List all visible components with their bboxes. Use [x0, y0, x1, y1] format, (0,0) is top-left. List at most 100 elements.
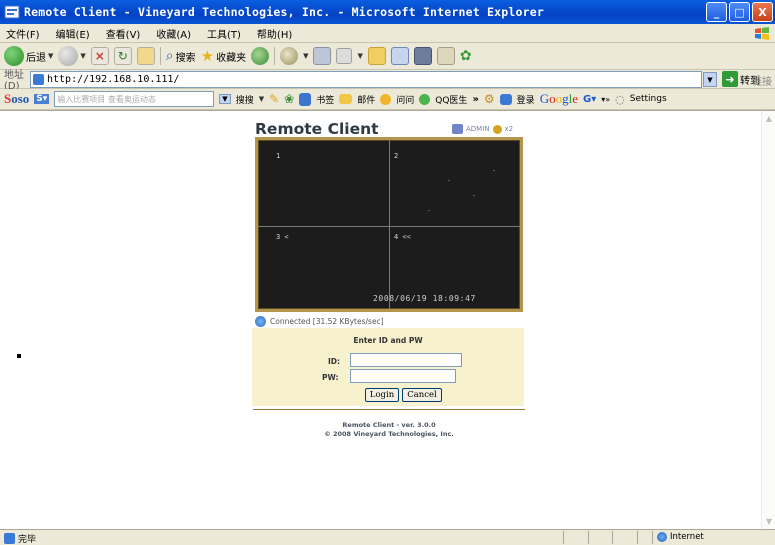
- back-button[interactable]: 后退 ▼: [4, 46, 53, 66]
- soso-dropdown-icon[interactable]: ▼: [219, 94, 231, 104]
- vertical-scrollbar[interactable]: ▲ ▼: [761, 111, 775, 530]
- key-icon[interactable]: [492, 124, 502, 134]
- close-button[interactable]: X: [752, 2, 773, 22]
- user-suffix: x2: [504, 125, 514, 133]
- bookmarks-icon: [299, 92, 312, 106]
- pw-input[interactable]: [350, 369, 456, 383]
- qq-doctor-button[interactable]: QQ医生: [435, 93, 467, 106]
- footer-divider: [253, 409, 525, 410]
- bookmark-icon[interactable]: [436, 47, 455, 65]
- home-icon[interactable]: [136, 47, 155, 65]
- forward-arrow-icon: [58, 46, 79, 66]
- soso-search-button[interactable]: 搜搜: [236, 93, 254, 106]
- ask-icon: [380, 93, 392, 105]
- search-button[interactable]: ⌕ 搜索: [166, 48, 196, 64]
- page-done-icon: [4, 533, 15, 544]
- scroll-down-icon[interactable]: ▼: [763, 516, 775, 528]
- favorites-button[interactable]: ★ 收藏夹: [201, 47, 246, 65]
- links-label[interactable]: 链接: [752, 73, 772, 88]
- soso-logo: Soso: [4, 91, 29, 107]
- folder-icon[interactable]: [367, 47, 386, 65]
- camera-label: 2: [394, 152, 399, 160]
- page-marker: [17, 354, 21, 358]
- menu-file[interactable]: 文件(F): [6, 26, 40, 41]
- login-button[interactable]: Login: [365, 388, 399, 402]
- minimize-button[interactable]: _: [706, 2, 727, 22]
- status-divider: [652, 531, 653, 544]
- version-text: Remote Client - ver. 3.0.0: [342, 421, 436, 429]
- plugin-icon[interactable]: ✿: [460, 48, 472, 64]
- settings-button[interactable]: Settings: [630, 94, 667, 104]
- google-options-icon[interactable]: ▾»: [601, 95, 610, 104]
- settings-icon: ◌: [615, 92, 625, 106]
- login-icon: [499, 93, 512, 105]
- messenger-icon[interactable]: [390, 47, 409, 65]
- address-input[interactable]: http://192.168.10.111/: [30, 71, 702, 88]
- menu-bar: 文件(F) 编辑(E) 查看(V) 收藏(A) 工具(T) 帮助(H): [0, 24, 775, 43]
- camera-label: 4 <<: [394, 233, 411, 241]
- id-input[interactable]: [350, 353, 462, 367]
- security-zone: Internet: [657, 532, 704, 542]
- chevron-down-icon[interactable]: ▼: [259, 95, 264, 103]
- soso-menu-icon[interactable]: S▾: [34, 94, 50, 104]
- back-arrow-icon: [4, 46, 24, 66]
- connection-status: Connected [31.52 KBytes/sec]: [255, 316, 384, 327]
- search-label: 搜索: [175, 52, 196, 64]
- edit-icon[interactable]: [336, 48, 353, 64]
- user-indicator: ADMIN x2: [452, 124, 513, 134]
- refresh-icon[interactable]: ↻: [113, 47, 132, 65]
- extension-icon[interactable]: ⚙: [484, 92, 495, 106]
- google-search-input[interactable]: G▾: [583, 94, 596, 105]
- menu-help[interactable]: 帮助(H): [257, 26, 292, 41]
- chevron-down-icon[interactable]: ▼: [357, 52, 362, 60]
- address-bar: 地址(D) http://192.168.10.111/ ▼ ➜ 转到 链接: [0, 70, 775, 92]
- video-viewer[interactable]: 1 2 3 < 4 << 2008/06/19 18:09:47: [255, 137, 523, 312]
- tool-icon[interactable]: ❀: [284, 92, 294, 106]
- scroll-up-icon[interactable]: ▲: [763, 113, 775, 125]
- mail-button[interactable]: 邮件: [357, 93, 375, 106]
- page-title: Remote Client: [255, 120, 379, 138]
- maximize-button[interactable]: □: [729, 2, 750, 22]
- video-noise: [473, 195, 475, 196]
- overflow-icon[interactable]: »: [472, 94, 478, 105]
- quad-divider-horizontal: [258, 226, 520, 227]
- soso-search-placeholder: 输入比赛项目 查看奥运动态: [57, 94, 156, 104]
- mail-icon[interactable]: [280, 47, 299, 65]
- research-icon[interactable]: [413, 47, 432, 65]
- cancel-button[interactable]: Cancel: [402, 388, 442, 402]
- search-toolbar: Soso S▾ 输入比赛项目 查看奥运动态 ▼ 搜搜 ▼ ✎ ❀ 书签 邮件 问…: [0, 89, 775, 110]
- print-icon[interactable]: [313, 47, 332, 65]
- title-bar: Remote Client - Vineyard Technologies, I…: [0, 0, 775, 24]
- highlight-icon[interactable]: ✎: [269, 92, 279, 106]
- zone-text: Internet: [670, 532, 704, 542]
- google-logo: Google: [540, 91, 578, 107]
- login-toolbar-button[interactable]: 登录: [517, 93, 535, 106]
- history-icon[interactable]: [251, 47, 270, 65]
- divider: [274, 47, 276, 65]
- ask-button[interactable]: 问问: [396, 93, 414, 106]
- qq-doctor-icon: [419, 93, 431, 105]
- menu-favorites[interactable]: 收藏(A): [156, 26, 191, 41]
- stop-icon[interactable]: ×: [90, 47, 109, 65]
- menu-tools[interactable]: 工具(T): [207, 26, 241, 41]
- video-noise: [428, 210, 430, 211]
- address-dropdown-button[interactable]: ▼: [703, 72, 717, 87]
- status-divider: [588, 531, 589, 544]
- forward-button[interactable]: ▼: [58, 46, 86, 66]
- chevron-down-icon[interactable]: ▼: [303, 52, 308, 60]
- globe-icon: [255, 316, 266, 327]
- soso-search-input[interactable]: 输入比赛项目 查看奥运动态: [54, 91, 215, 107]
- go-arrow-icon: ➜: [722, 71, 738, 87]
- menu-view[interactable]: 查看(V): [106, 26, 141, 41]
- google-logo-letter: G: [539, 91, 550, 106]
- status-divider: [563, 531, 564, 544]
- admin-icon: [452, 124, 463, 134]
- search-icon: ⌕: [165, 48, 174, 64]
- chevron-down-icon: ▼: [80, 52, 86, 60]
- id-label: ID:: [328, 357, 341, 366]
- status-divider: [637, 531, 638, 544]
- menu-edit[interactable]: 编辑(E): [56, 26, 90, 41]
- bookmarks-button[interactable]: 书签: [316, 93, 334, 106]
- chevron-down-icon: ▼: [48, 52, 54, 60]
- login-heading: Enter ID and PW: [353, 336, 423, 345]
